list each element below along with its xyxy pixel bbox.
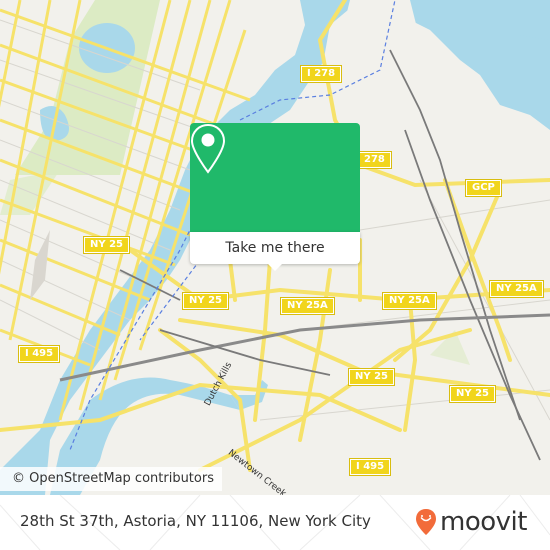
rail-yard <box>30 230 50 300</box>
address-text: 28th St 37th, Astoria, NY 11106, New Yor… <box>20 512 371 530</box>
popup-header <box>190 123 360 232</box>
moovit-pin-icon <box>416 509 436 535</box>
map-attribution[interactable]: © OpenStreetMap contributors <box>0 467 222 491</box>
route-shield-gcp: GCP <box>465 179 502 197</box>
route-shield-ny25: NY 25 <box>448 385 497 403</box>
location-pin-icon <box>190 123 226 174</box>
route-shield-ny25a: NY 25A <box>489 280 544 298</box>
take-me-there-button[interactable]: Take me there <box>190 232 360 264</box>
popup-tail <box>267 263 283 271</box>
route-shield-278: 278 <box>357 151 392 169</box>
route-shield-ny25: NY 25 <box>82 236 131 254</box>
route-shield-i495: I 495 <box>17 345 61 363</box>
route-shield-ny25a: NY 25A <box>280 297 335 315</box>
footer-bar: 28th St 37th, Astoria, NY 11106, New Yor… <box>0 495 550 550</box>
route-shield-i495: I 495 <box>348 458 392 476</box>
route-shield-ny25a: NY 25A <box>382 292 437 310</box>
route-shield-ny25: NY 25 <box>347 368 396 386</box>
route-shield-ny25: NY 25 <box>181 292 230 310</box>
route-shield-i278: I 278 <box>299 65 343 83</box>
popup-footer: Take me there <box>190 232 360 264</box>
map-view[interactable]: I 278 278 GCP NY 25 NY 25 NY 25A NY 25A … <box>0 0 550 495</box>
location-popup: Take me there <box>190 123 360 271</box>
moovit-logo-text: moovit <box>440 507 527 537</box>
moovit-logo[interactable]: moovit <box>415 506 527 538</box>
